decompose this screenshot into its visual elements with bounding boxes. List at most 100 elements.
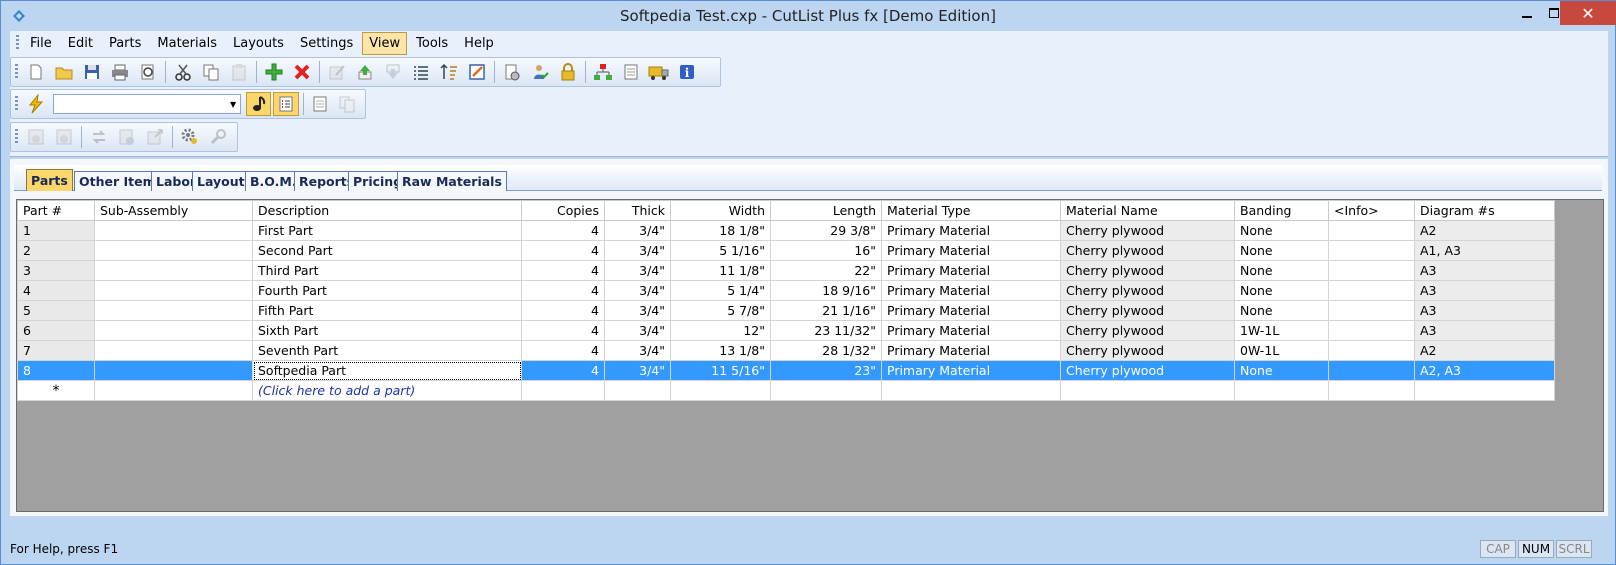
col-header-part-number[interactable]: Part # (17, 200, 95, 221)
cell-description[interactable]: Fifth Part (252, 300, 522, 321)
cell-length[interactable]: 29 3/8" (770, 220, 882, 241)
info-icon[interactable]: i (674, 60, 700, 84)
cell-banding[interactable]: 1W-1L (1234, 320, 1329, 341)
menu-settings[interactable]: Settings (293, 32, 360, 55)
cell-banding[interactable]: None (1234, 260, 1329, 281)
empty-cell[interactable] (1060, 380, 1235, 401)
print-preview-icon[interactable] (135, 60, 161, 84)
table-row[interactable]: 4 Fourth Part 4 3/4" 5 1/4" 18 9/16" Primary M… (17, 280, 1555, 301)
tab-parts[interactable]: Parts (26, 169, 73, 191)
cell-width[interactable]: 18 1/8" (670, 220, 771, 241)
cell-width[interactable]: 5 1/4" (670, 280, 771, 301)
cell-thick[interactable]: 3/4" (604, 280, 671, 301)
menu-layouts[interactable]: Layouts (226, 32, 291, 55)
gear-options-icon[interactable] (177, 125, 203, 149)
cell-width[interactable]: 13 1/8" (670, 340, 771, 361)
menu-tools[interactable]: Tools (409, 32, 455, 55)
cell-sub-assembly[interactable] (94, 220, 253, 241)
cell-info[interactable] (1328, 220, 1415, 241)
cell-diagram[interactable]: A2 (1414, 340, 1555, 361)
cell-thick[interactable]: 3/4" (604, 320, 671, 341)
cell-info[interactable] (1328, 320, 1415, 341)
paste-icon[interactable] (226, 60, 252, 84)
toolbar-grip[interactable] (15, 64, 18, 80)
table-row[interactable]: 8 Softpedia Part 4 3/4" 11 5/16" 23" Primary M… (17, 360, 1555, 381)
tab-raw-materials[interactable]: Raw Materials (397, 171, 507, 191)
menu-help[interactable]: Help (457, 32, 501, 55)
col-header-material-name[interactable]: Material Name (1060, 200, 1235, 221)
cell-length[interactable]: 16" (770, 240, 882, 261)
cell-thick[interactable]: 3/4" (604, 360, 671, 381)
cell-banding[interactable]: None (1234, 240, 1329, 261)
cell-copies[interactable]: 4 (521, 260, 605, 281)
empty-cell[interactable] (521, 380, 605, 401)
cell-material-name[interactable]: Cherry plywood (1060, 360, 1235, 381)
cell-length[interactable]: 21 1/16" (770, 300, 882, 321)
hierarchy-icon[interactable] (590, 60, 616, 84)
cell-banding[interactable]: None (1234, 300, 1329, 321)
table-row[interactable]: 5 Fifth Part 4 3/4" 5 7/8" 21 1/16" Primary Ma… (17, 300, 1555, 321)
exchange-icon[interactable] (86, 125, 112, 149)
cell-thick[interactable]: 3/4" (604, 240, 671, 261)
cell-banding[interactable]: None (1234, 220, 1329, 241)
menu-parts[interactable]: Parts (102, 32, 148, 55)
cell-material-type[interactable]: Primary Material (881, 260, 1061, 281)
cell-part-number[interactable]: 3 (17, 260, 95, 281)
save-icon[interactable] (79, 60, 105, 84)
cell-length[interactable]: 18 9/16" (770, 280, 882, 301)
cell-info[interactable] (1328, 340, 1415, 361)
add-part-icon[interactable] (261, 60, 287, 84)
col-header-banding[interactable]: Banding (1234, 200, 1329, 221)
empty-cell[interactable] (770, 380, 882, 401)
table-row[interactable]: 2 Second Part 4 3/4" 5 1/16" 16" Primary Mater… (17, 240, 1555, 261)
layout-a-icon[interactable] (23, 125, 49, 149)
page-copy-icon[interactable] (335, 92, 360, 116)
col-header-length[interactable]: Length (770, 200, 882, 221)
cell-part-number[interactable]: 7 (17, 340, 95, 361)
new-document-icon[interactable] (23, 60, 49, 84)
approve-icon[interactable] (114, 125, 140, 149)
col-header-info[interactable]: <Info> (1328, 200, 1415, 221)
checklist-icon[interactable] (273, 92, 299, 116)
cell-info[interactable] (1328, 360, 1415, 381)
cell-info[interactable] (1328, 240, 1415, 261)
open-folder-icon[interactable] (51, 60, 77, 84)
cell-description[interactable]: Seventh Part (252, 340, 522, 361)
cell-material-type[interactable]: Primary Material (881, 340, 1061, 361)
menu-edit[interactable]: Edit (61, 32, 100, 55)
cell-diagram[interactable]: A2 (1414, 220, 1555, 241)
cell-copies[interactable]: 4 (521, 220, 605, 241)
cell-width[interactable]: 11 1/8" (670, 260, 771, 281)
cell-material-type[interactable]: Primary Material (881, 320, 1061, 341)
cell-part-number[interactable]: 2 (17, 240, 95, 261)
empty-cell[interactable] (670, 380, 771, 401)
cell-material-name[interactable]: Cherry plywood (1060, 340, 1235, 361)
page-icon[interactable] (308, 92, 333, 116)
add-part-row[interactable]: * (Click here to add a part) (17, 380, 1555, 401)
cell-material-type[interactable]: Primary Material (881, 360, 1061, 381)
cell-part-number[interactable]: 5 (17, 300, 95, 321)
cell-width[interactable]: 5 1/16" (670, 240, 771, 261)
empty-cell[interactable] (1234, 380, 1329, 401)
cell-part-number[interactable]: 8 (17, 360, 95, 381)
cell-diagram[interactable]: A3 (1414, 280, 1555, 301)
cell-info[interactable] (1328, 280, 1415, 301)
empty-cell[interactable] (881, 380, 1061, 401)
move-up-icon[interactable] (352, 60, 378, 84)
cell-part-number[interactable]: 4 (17, 280, 95, 301)
cell-width[interactable]: 5 7/8" (670, 300, 771, 321)
cell-length[interactable]: 23 11/32" (770, 320, 882, 341)
cell-material-type[interactable]: Primary Material (881, 220, 1061, 241)
cell-sub-assembly[interactable] (94, 300, 253, 321)
layout-b-icon[interactable] (51, 125, 77, 149)
cut-icon[interactable] (170, 60, 196, 84)
table-row[interactable]: 7 Seventh Part 4 3/4" 13 1/8" 28 1/32" Primary… (17, 340, 1555, 361)
cell-material-name[interactable]: Cherry plywood (1060, 240, 1235, 261)
cell-copies[interactable]: 4 (521, 300, 605, 321)
cell-diagram[interactable]: A3 (1414, 320, 1555, 341)
cell-part-number[interactable]: 1 (17, 220, 95, 241)
lightning-icon[interactable] (23, 92, 48, 116)
cell-length[interactable]: 28 1/32" (770, 340, 882, 361)
lock-icon[interactable] (555, 60, 581, 84)
cell-banding[interactable]: None (1234, 360, 1329, 381)
